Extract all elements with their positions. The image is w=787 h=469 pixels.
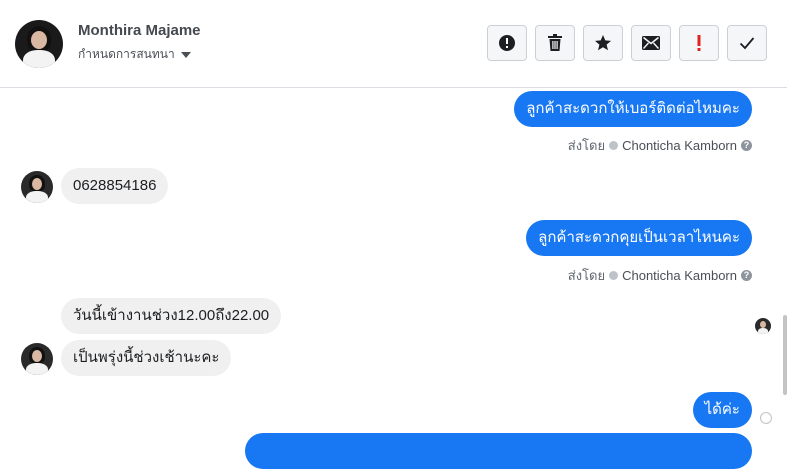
sent-by-prefix: ส่งโดย bbox=[567, 138, 606, 153]
caret-down-icon bbox=[180, 51, 191, 58]
avatar-body bbox=[23, 50, 55, 68]
sent-status-icon bbox=[760, 412, 772, 424]
envelope-icon bbox=[642, 36, 660, 50]
conversation-header: Monthira Majame กำหนดการสนทนา bbox=[0, 0, 787, 88]
alert-circle-icon bbox=[499, 35, 515, 51]
message-thread[interactable]: ลูกค้าสะดวกให้เบอร์ติดต่อไหมคะ ส่งโดย Ch… bbox=[0, 89, 787, 469]
avatar-body bbox=[26, 191, 48, 203]
sent-by-agent: Chonticha Kamborn bbox=[622, 268, 737, 283]
avatar-face bbox=[32, 350, 42, 362]
read-receipt-avatar bbox=[755, 318, 771, 334]
checkmark-icon bbox=[739, 37, 755, 50]
mark-unread-button[interactable] bbox=[631, 25, 671, 61]
done-button[interactable] bbox=[727, 25, 767, 61]
follow-up-button[interactable] bbox=[679, 25, 719, 61]
verified-check-icon bbox=[609, 141, 619, 150]
contact-name[interactable]: Monthira Majame bbox=[78, 22, 201, 39]
incoming-message[interactable]: 0628854186 bbox=[61, 168, 169, 204]
contact-avatar[interactable] bbox=[15, 20, 63, 68]
help-icon[interactable]: ? bbox=[741, 140, 752, 151]
avatar-body bbox=[758, 328, 768, 334]
verified-check-icon bbox=[609, 271, 619, 280]
assign-conversation-dropdown[interactable]: กำหนดการสนทนา bbox=[78, 45, 191, 64]
contact-avatar-small[interactable] bbox=[21, 343, 53, 375]
delete-button[interactable] bbox=[535, 25, 575, 61]
exclamation-icon bbox=[697, 35, 701, 51]
avatar-face bbox=[760, 321, 766, 328]
incoming-message[interactable]: เป็นพรุ่งนี้ช่วงเช้านะคะ bbox=[61, 340, 232, 376]
sent-by-line: ส่งโดย Chonticha Kamborn ? bbox=[568, 265, 752, 286]
avatar-face bbox=[32, 178, 42, 190]
spam-button[interactable] bbox=[487, 25, 527, 61]
outgoing-message-partial[interactable] bbox=[245, 433, 752, 469]
outgoing-message[interactable]: ได้ค่ะ bbox=[692, 392, 752, 428]
avatar-body bbox=[26, 363, 48, 375]
avatar-face bbox=[31, 31, 47, 49]
scrollbar-thumb[interactable] bbox=[783, 315, 787, 395]
star-button[interactable] bbox=[583, 25, 623, 61]
sent-by-agent: Chonticha Kamborn bbox=[622, 138, 737, 153]
trash-icon bbox=[548, 34, 562, 51]
sent-by-prefix: ส่งโดย bbox=[567, 268, 606, 283]
contact-avatar-small[interactable] bbox=[21, 171, 53, 203]
help-icon[interactable]: ? bbox=[741, 270, 752, 281]
incoming-message[interactable]: วันนี้เข้างานช่วง12.00ถึง22.00 bbox=[61, 298, 282, 334]
outgoing-message[interactable]: ลูกค้าสะดวกคุยเป็นเวลาไหนคะ bbox=[526, 220, 752, 256]
sent-by-line: ส่งโดย Chonticha Kamborn ? bbox=[568, 135, 752, 156]
star-icon bbox=[595, 35, 611, 51]
outgoing-message[interactable]: ลูกค้าสะดวกให้เบอร์ติดต่อไหมคะ bbox=[514, 91, 752, 127]
assign-label: กำหนดการสนทนา bbox=[78, 47, 175, 61]
